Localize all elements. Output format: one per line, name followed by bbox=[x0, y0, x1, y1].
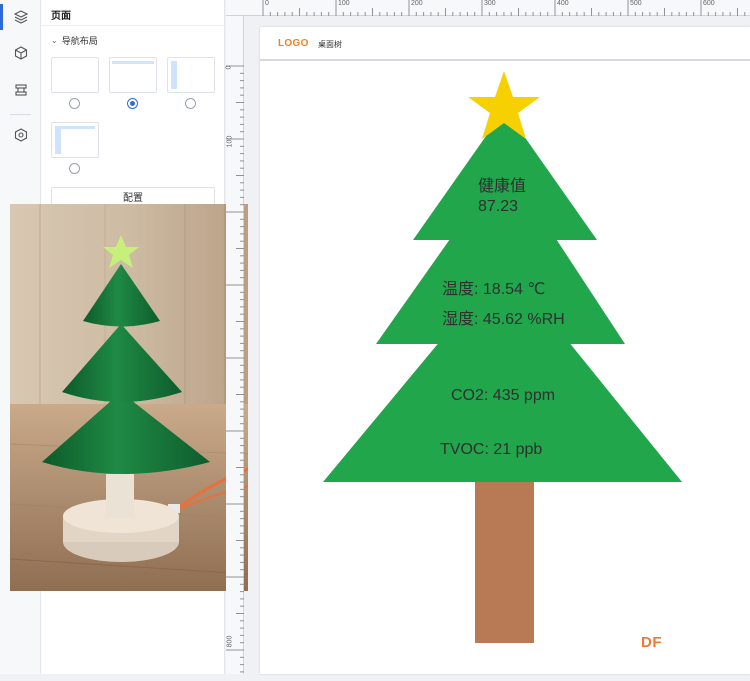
hexagon-settings-icon[interactable] bbox=[0, 118, 41, 152]
ruler-top-label: 100 bbox=[338, 0, 350, 7]
layers-icon[interactable] bbox=[0, 0, 41, 34]
ruler-top-label: 300 bbox=[484, 0, 496, 7]
design-canvas[interactable]: LOGO 桌面树 健康值 87.23 温度: 18.54 ℃ 湿度: 45.62… bbox=[260, 27, 750, 674]
layout-radio-1[interactable] bbox=[69, 98, 80, 109]
brand-mark[interactable]: DF bbox=[641, 634, 662, 651]
rail-divider bbox=[10, 114, 31, 115]
logo[interactable]: LOGO bbox=[278, 38, 309, 49]
layout-radio-2[interactable] bbox=[127, 98, 138, 109]
health-label[interactable]: 健康值 bbox=[478, 172, 526, 196]
cube-icon[interactable] bbox=[0, 36, 41, 70]
co2-text[interactable]: CO2: 435 ppm bbox=[451, 387, 555, 405]
ruler-left-label: 100 bbox=[226, 135, 234, 148]
layout-option-top-nav[interactable] bbox=[51, 57, 99, 93]
ruler-left: 0 100 800 bbox=[225, 16, 244, 674]
layout-radio-4[interactable] bbox=[69, 163, 80, 174]
layout-radio-3[interactable] bbox=[185, 98, 196, 109]
layout-option-top-nav-highlight[interactable] bbox=[109, 57, 157, 93]
section-label: 导航布局 bbox=[61, 36, 98, 46]
ruler-top-label: 0 bbox=[265, 0, 269, 7]
health-value[interactable]: 87.23 bbox=[478, 198, 518, 216]
ruler-top-label: 400 bbox=[557, 0, 569, 7]
ruler-left-label: 0 bbox=[225, 65, 233, 70]
ruler-left-ticks bbox=[226, 65, 244, 673]
ruler-left-label: 800 bbox=[226, 635, 234, 648]
humidity-text[interactable]: 湿度: 45.62 %RH bbox=[442, 305, 565, 329]
nav-layout-section[interactable]: ⌄ 导航布局 bbox=[51, 34, 98, 47]
temperature-text[interactable]: 温度: 18.54 ℃ bbox=[442, 275, 545, 299]
layout-option-top-left-nav[interactable] bbox=[51, 122, 99, 158]
panel-title: 页面 bbox=[51, 11, 71, 22]
layout-option-left-nav[interactable] bbox=[167, 57, 215, 93]
tree-trunk bbox=[475, 481, 534, 643]
ruler-top: 0 100 200 300 400 500 600 bbox=[226, 0, 750, 16]
panel-divider bbox=[41, 25, 225, 26]
chevron-down-icon: ⌄ bbox=[51, 36, 58, 45]
ruler-top-label: 500 bbox=[630, 0, 642, 7]
nav-title[interactable]: 桌面树 bbox=[318, 39, 342, 50]
stack-icon[interactable] bbox=[0, 73, 41, 107]
tvoc-text[interactable]: TVOC: 21 ppb bbox=[440, 441, 542, 459]
tree-photo bbox=[10, 204, 248, 591]
tree-graphic bbox=[323, 71, 682, 643]
ruler-top-label: 200 bbox=[411, 0, 423, 7]
canvas-nav-bar: LOGO 桌面树 bbox=[260, 27, 750, 61]
ruler-top-label: 600 bbox=[703, 0, 715, 7]
